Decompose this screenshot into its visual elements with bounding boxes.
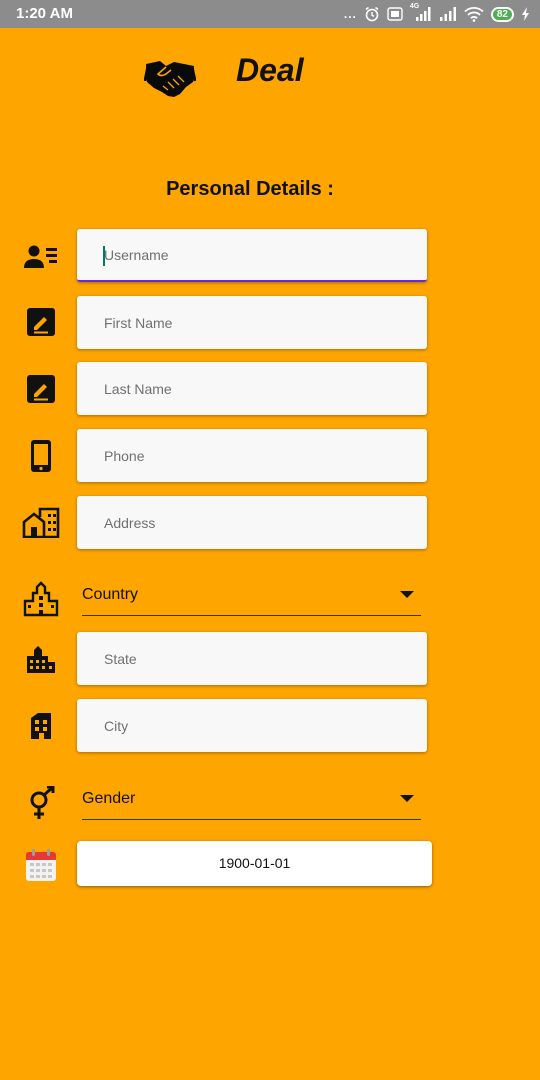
country-dropdown[interactable]: Country [82, 576, 421, 616]
buildings-icon [22, 641, 60, 679]
battery-icon: 82 [490, 6, 514, 22]
city-field[interactable] [77, 699, 427, 752]
signal-icon [439, 7, 456, 21]
gender-icon [22, 784, 60, 822]
first-name-field[interactable] [77, 296, 427, 349]
country-selected: Country [82, 586, 139, 603]
username-field[interactable] [77, 229, 427, 282]
state-input[interactable] [77, 632, 427, 685]
city-icon [22, 580, 60, 618]
contact-card-icon [22, 237, 60, 275]
phone-field[interactable] [77, 429, 427, 482]
office-building-icon [22, 707, 60, 745]
edit-icon [22, 303, 60, 341]
app-header: Deal [0, 28, 540, 118]
app-title: Deal [236, 52, 304, 88]
phone-input[interactable] [77, 429, 427, 482]
status-icons: ... 4G 82 [343, 3, 530, 23]
text-cursor [103, 246, 105, 266]
date-of-birth-button[interactable]: 1900-01-01 [77, 841, 432, 886]
charging-icon [522, 7, 529, 21]
last-name-field[interactable] [77, 362, 427, 415]
gender-selected: Gender [82, 790, 136, 807]
username-input[interactable] [77, 229, 427, 280]
address-field[interactable] [77, 496, 427, 549]
signal-icon [415, 7, 431, 21]
status-bar: 1:20 AM ... 4G 82 [0, 0, 540, 28]
signal-4g: 4G [410, 3, 432, 22]
status-time: 1:20 AM [16, 5, 73, 22]
gender-dropdown[interactable]: Gender [82, 780, 421, 820]
handshake-icon [144, 61, 196, 97]
form-title: Personal Details : [166, 178, 334, 200]
dropdown-arrow-icon [400, 795, 414, 802]
last-name-input[interactable] [77, 362, 427, 415]
calendar-icon [22, 846, 60, 884]
dropdown-arrow-icon [400, 591, 414, 598]
edit-icon [22, 370, 60, 408]
wifi-icon [464, 7, 484, 22]
smartphone-icon [22, 437, 60, 475]
address-input[interactable] [77, 496, 427, 549]
more-dots-icon: ... [343, 7, 357, 21]
alarm-icon [365, 6, 379, 22]
state-field[interactable] [77, 632, 427, 685]
volte-icon [387, 7, 403, 21]
first-name-input[interactable] [77, 296, 427, 349]
city-input[interactable] [77, 699, 427, 752]
home-building-icon [22, 503, 60, 541]
